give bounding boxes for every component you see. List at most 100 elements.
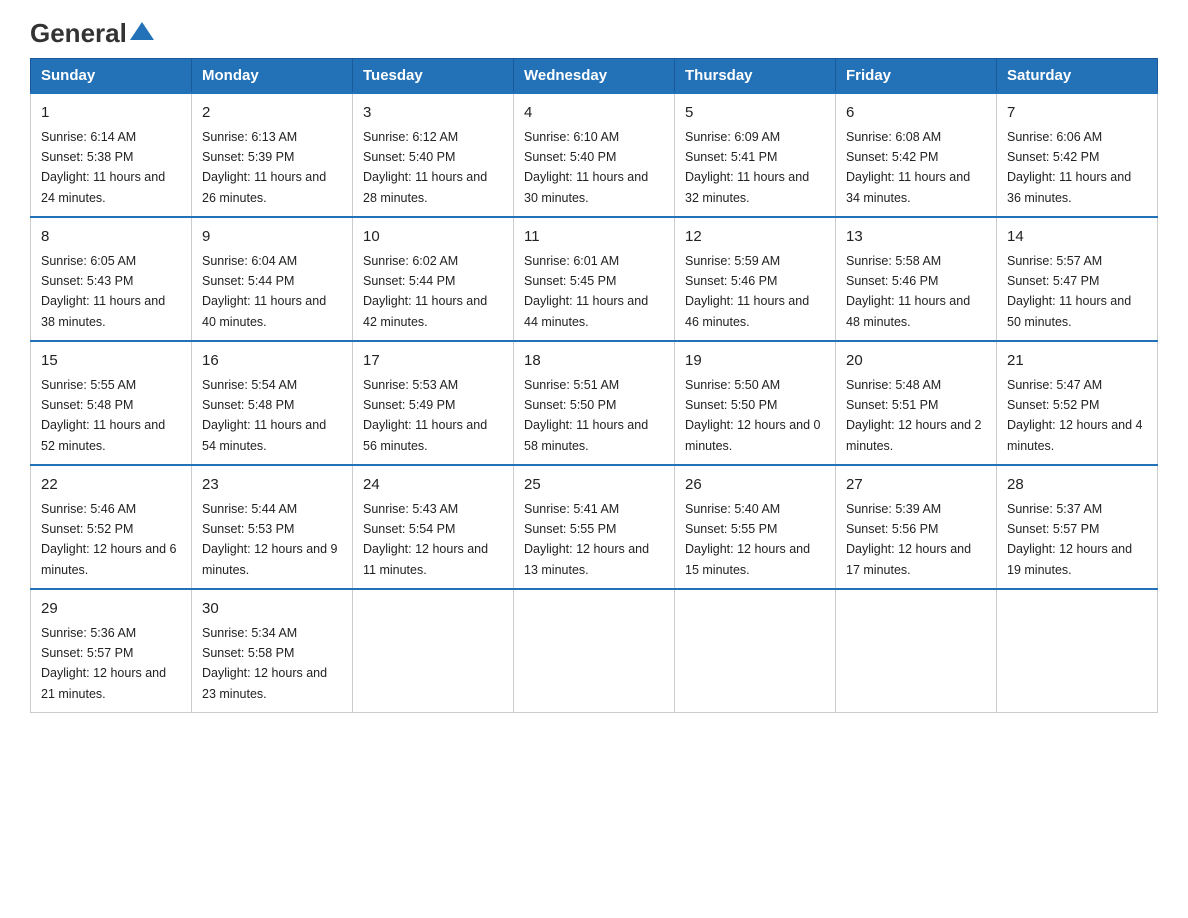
page-header: General <box>30 20 1158 48</box>
calendar-cell: 22 Sunrise: 5:46 AMSunset: 5:52 PMDaylig… <box>31 465 192 589</box>
day-info: Sunrise: 5:59 AMSunset: 5:46 PMDaylight:… <box>685 254 809 329</box>
weekday-header-saturday: Saturday <box>997 59 1158 94</box>
logo-icon <box>128 18 156 46</box>
calendar-cell: 18 Sunrise: 5:51 AMSunset: 5:50 PMDaylig… <box>514 341 675 465</box>
calendar-cell: 16 Sunrise: 5:54 AMSunset: 5:48 PMDaylig… <box>192 341 353 465</box>
calendar-cell: 21 Sunrise: 5:47 AMSunset: 5:52 PMDaylig… <box>997 341 1158 465</box>
day-info: Sunrise: 5:51 AMSunset: 5:50 PMDaylight:… <box>524 378 648 453</box>
day-number: 17 <box>363 350 503 373</box>
weekday-header-monday: Monday <box>192 59 353 94</box>
calendar-cell: 10 Sunrise: 6:02 AMSunset: 5:44 PMDaylig… <box>353 217 514 341</box>
weekday-header-row: SundayMondayTuesdayWednesdayThursdayFrid… <box>31 59 1158 94</box>
calendar-cell: 19 Sunrise: 5:50 AMSunset: 5:50 PMDaylig… <box>675 341 836 465</box>
calendar-week-row: 8 Sunrise: 6:05 AMSunset: 5:43 PMDayligh… <box>31 217 1158 341</box>
calendar-cell: 25 Sunrise: 5:41 AMSunset: 5:55 PMDaylig… <box>514 465 675 589</box>
day-number: 23 <box>202 474 342 497</box>
day-info: Sunrise: 6:14 AMSunset: 5:38 PMDaylight:… <box>41 130 165 205</box>
calendar-cell: 15 Sunrise: 5:55 AMSunset: 5:48 PMDaylig… <box>31 341 192 465</box>
day-number: 15 <box>41 350 181 373</box>
day-number: 29 <box>41 598 181 621</box>
calendar-cell: 11 Sunrise: 6:01 AMSunset: 5:45 PMDaylig… <box>514 217 675 341</box>
day-number: 13 <box>846 226 986 249</box>
day-number: 30 <box>202 598 342 621</box>
day-info: Sunrise: 6:13 AMSunset: 5:39 PMDaylight:… <box>202 130 326 205</box>
day-number: 27 <box>846 474 986 497</box>
calendar-cell: 5 Sunrise: 6:09 AMSunset: 5:41 PMDayligh… <box>675 93 836 217</box>
day-number: 11 <box>524 226 664 249</box>
calendar-cell: 4 Sunrise: 6:10 AMSunset: 5:40 PMDayligh… <box>514 93 675 217</box>
day-info: Sunrise: 6:06 AMSunset: 5:42 PMDaylight:… <box>1007 130 1131 205</box>
day-number: 28 <box>1007 474 1147 497</box>
day-number: 25 <box>524 474 664 497</box>
day-info: Sunrise: 5:53 AMSunset: 5:49 PMDaylight:… <box>363 378 487 453</box>
day-info: Sunrise: 6:09 AMSunset: 5:41 PMDaylight:… <box>685 130 809 205</box>
day-info: Sunrise: 6:10 AMSunset: 5:40 PMDaylight:… <box>524 130 648 205</box>
day-number: 2 <box>202 102 342 125</box>
day-info: Sunrise: 6:04 AMSunset: 5:44 PMDaylight:… <box>202 254 326 329</box>
calendar-week-row: 22 Sunrise: 5:46 AMSunset: 5:52 PMDaylig… <box>31 465 1158 589</box>
weekday-header-tuesday: Tuesday <box>353 59 514 94</box>
logo-text-general: General <box>30 20 127 46</box>
calendar-cell: 28 Sunrise: 5:37 AMSunset: 5:57 PMDaylig… <box>997 465 1158 589</box>
calendar-cell: 8 Sunrise: 6:05 AMSunset: 5:43 PMDayligh… <box>31 217 192 341</box>
day-number: 20 <box>846 350 986 373</box>
calendar-cell: 6 Sunrise: 6:08 AMSunset: 5:42 PMDayligh… <box>836 93 997 217</box>
calendar-cell: 1 Sunrise: 6:14 AMSunset: 5:38 PMDayligh… <box>31 93 192 217</box>
calendar-cell <box>514 589 675 713</box>
day-info: Sunrise: 5:54 AMSunset: 5:48 PMDaylight:… <box>202 378 326 453</box>
day-info: Sunrise: 6:05 AMSunset: 5:43 PMDaylight:… <box>41 254 165 329</box>
calendar-cell: 7 Sunrise: 6:06 AMSunset: 5:42 PMDayligh… <box>997 93 1158 217</box>
day-number: 9 <box>202 226 342 249</box>
day-info: Sunrise: 5:48 AMSunset: 5:51 PMDaylight:… <box>846 378 982 453</box>
day-info: Sunrise: 5:36 AMSunset: 5:57 PMDaylight:… <box>41 626 166 701</box>
calendar-cell <box>836 589 997 713</box>
day-number: 21 <box>1007 350 1147 373</box>
day-info: Sunrise: 5:46 AMSunset: 5:52 PMDaylight:… <box>41 502 177 577</box>
day-info: Sunrise: 6:12 AMSunset: 5:40 PMDaylight:… <box>363 130 487 205</box>
calendar-cell <box>675 589 836 713</box>
calendar-cell: 2 Sunrise: 6:13 AMSunset: 5:39 PMDayligh… <box>192 93 353 217</box>
day-number: 7 <box>1007 102 1147 125</box>
day-number: 8 <box>41 226 181 249</box>
logo: General <box>30 20 156 48</box>
day-number: 22 <box>41 474 181 497</box>
day-number: 1 <box>41 102 181 125</box>
calendar-cell: 9 Sunrise: 6:04 AMSunset: 5:44 PMDayligh… <box>192 217 353 341</box>
calendar-cell: 17 Sunrise: 5:53 AMSunset: 5:49 PMDaylig… <box>353 341 514 465</box>
calendar-cell: 14 Sunrise: 5:57 AMSunset: 5:47 PMDaylig… <box>997 217 1158 341</box>
day-number: 16 <box>202 350 342 373</box>
day-info: Sunrise: 5:40 AMSunset: 5:55 PMDaylight:… <box>685 502 810 577</box>
calendar-cell: 30 Sunrise: 5:34 AMSunset: 5:58 PMDaylig… <box>192 589 353 713</box>
calendar-cell: 26 Sunrise: 5:40 AMSunset: 5:55 PMDaylig… <box>675 465 836 589</box>
day-number: 6 <box>846 102 986 125</box>
calendar-cell: 23 Sunrise: 5:44 AMSunset: 5:53 PMDaylig… <box>192 465 353 589</box>
day-number: 10 <box>363 226 503 249</box>
day-number: 4 <box>524 102 664 125</box>
calendar-cell <box>353 589 514 713</box>
day-number: 14 <box>1007 226 1147 249</box>
calendar-cell: 12 Sunrise: 5:59 AMSunset: 5:46 PMDaylig… <box>675 217 836 341</box>
calendar-week-row: 1 Sunrise: 6:14 AMSunset: 5:38 PMDayligh… <box>31 93 1158 217</box>
day-info: Sunrise: 5:47 AMSunset: 5:52 PMDaylight:… <box>1007 378 1143 453</box>
day-info: Sunrise: 6:08 AMSunset: 5:42 PMDaylight:… <box>846 130 970 205</box>
day-info: Sunrise: 5:55 AMSunset: 5:48 PMDaylight:… <box>41 378 165 453</box>
day-info: Sunrise: 5:34 AMSunset: 5:58 PMDaylight:… <box>202 626 327 701</box>
calendar-cell: 29 Sunrise: 5:36 AMSunset: 5:57 PMDaylig… <box>31 589 192 713</box>
day-number: 3 <box>363 102 503 125</box>
weekday-header-wednesday: Wednesday <box>514 59 675 94</box>
day-info: Sunrise: 5:44 AMSunset: 5:53 PMDaylight:… <box>202 502 338 577</box>
calendar-cell <box>997 589 1158 713</box>
day-info: Sunrise: 5:39 AMSunset: 5:56 PMDaylight:… <box>846 502 971 577</box>
day-info: Sunrise: 6:02 AMSunset: 5:44 PMDaylight:… <box>363 254 487 329</box>
day-number: 24 <box>363 474 503 497</box>
calendar-cell: 24 Sunrise: 5:43 AMSunset: 5:54 PMDaylig… <box>353 465 514 589</box>
calendar-cell: 3 Sunrise: 6:12 AMSunset: 5:40 PMDayligh… <box>353 93 514 217</box>
weekday-header-thursday: Thursday <box>675 59 836 94</box>
day-info: Sunrise: 5:58 AMSunset: 5:46 PMDaylight:… <box>846 254 970 329</box>
day-number: 19 <box>685 350 825 373</box>
weekday-header-sunday: Sunday <box>31 59 192 94</box>
weekday-header-friday: Friday <box>836 59 997 94</box>
day-number: 18 <box>524 350 664 373</box>
calendar-week-row: 29 Sunrise: 5:36 AMSunset: 5:57 PMDaylig… <box>31 589 1158 713</box>
day-info: Sunrise: 5:41 AMSunset: 5:55 PMDaylight:… <box>524 502 649 577</box>
